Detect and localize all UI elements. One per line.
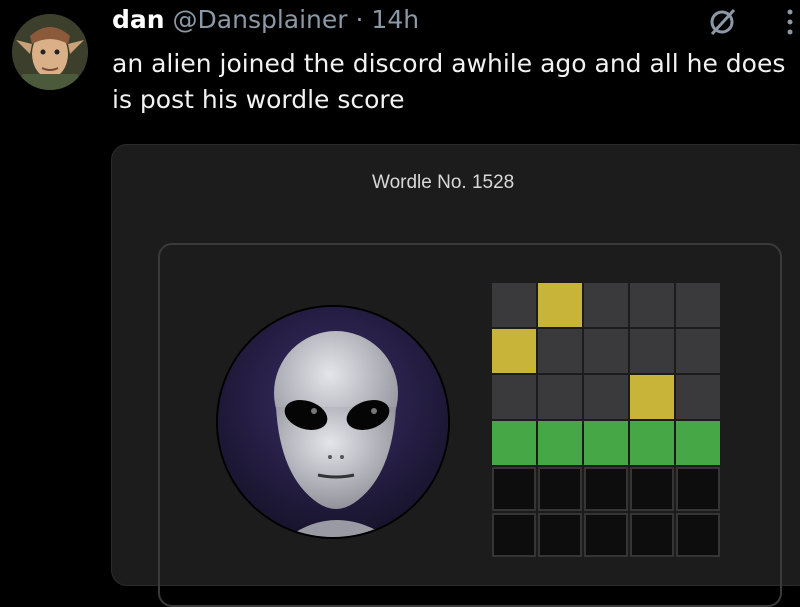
wordle-tile-yellow xyxy=(538,283,582,327)
user-avatar[interactable] xyxy=(12,14,88,90)
wordle-tile-empty xyxy=(584,467,628,511)
grok-icon[interactable] xyxy=(706,4,740,38)
alien-image xyxy=(216,305,450,539)
wordle-tile-yellow xyxy=(630,375,674,419)
wordle-tile-empty xyxy=(538,513,582,557)
elf-avatar-icon xyxy=(12,14,88,90)
wordle-tile-green xyxy=(630,421,674,465)
wordle-tile-green xyxy=(676,421,720,465)
wordle-tile-empty xyxy=(676,467,720,511)
more-options-icon[interactable] xyxy=(780,6,800,40)
user-handle[interactable]: @Dansplainer xyxy=(173,5,348,34)
wordle-tile-gray xyxy=(584,329,628,373)
wordle-tile-gray xyxy=(676,329,720,373)
wordle-title: Wordle No. 1528 xyxy=(372,172,515,193)
wordle-tile-green xyxy=(584,421,628,465)
wordle-tile-empty xyxy=(492,513,536,557)
wordle-grid xyxy=(492,283,720,557)
wordle-tile-empty xyxy=(492,467,536,511)
wordle-tile-gray xyxy=(630,283,674,327)
tweet-text: an alien joined the discord awhile ago a… xyxy=(112,49,786,114)
wordle-tile-gray xyxy=(676,283,720,327)
alien-face-icon xyxy=(218,307,448,537)
wordle-tile-gray xyxy=(492,375,536,419)
wordle-tile-empty xyxy=(584,513,628,557)
wordle-tile-empty xyxy=(676,513,720,557)
wordle-tile-empty xyxy=(630,467,674,511)
wordle-tile-gray xyxy=(538,329,582,373)
tweet-header: dan @Dansplainer · 14h xyxy=(112,4,800,36)
wordle-tile-empty xyxy=(630,513,674,557)
wordle-tile-gray xyxy=(538,375,582,419)
wordle-tile-green xyxy=(492,421,536,465)
timestamp[interactable]: 14h xyxy=(371,5,419,34)
wordle-tile-green xyxy=(538,421,582,465)
display-name[interactable]: dan xyxy=(112,5,165,34)
wordle-tile-gray xyxy=(584,283,628,327)
wordle-tile-yellow xyxy=(492,329,536,373)
wordle-tile-gray xyxy=(584,375,628,419)
separator: · xyxy=(355,5,364,34)
wordle-tile-empty xyxy=(538,467,582,511)
wordle-tile-gray xyxy=(630,329,674,373)
wordle-card[interactable]: Wordle No. 1528 xyxy=(111,144,800,607)
wordle-tile-gray xyxy=(492,283,536,327)
wordle-tile-gray xyxy=(676,375,720,419)
